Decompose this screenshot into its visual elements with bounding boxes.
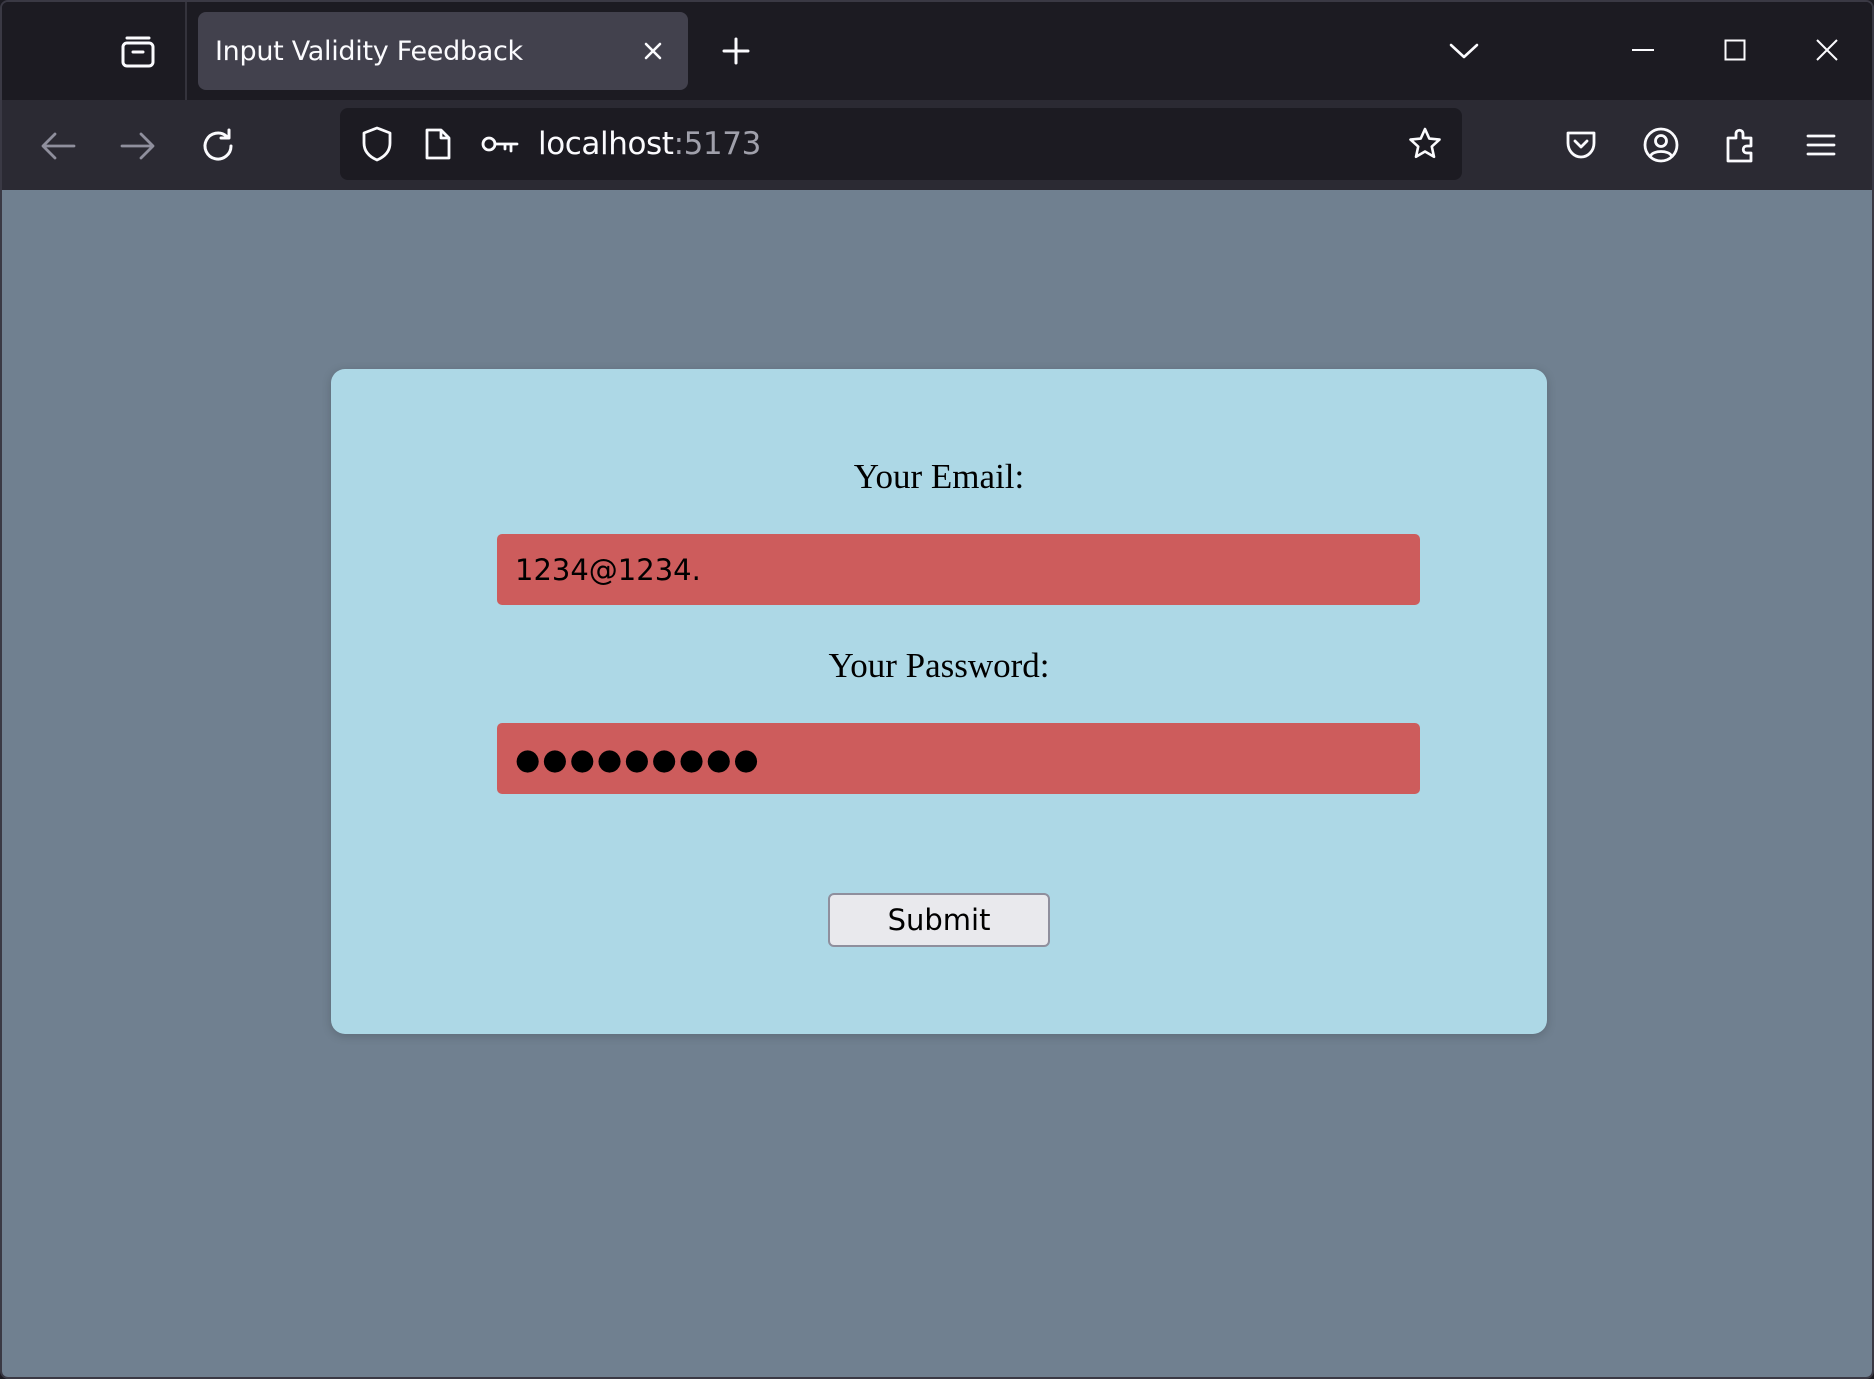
submit-button[interactable]: Submit (828, 893, 1050, 947)
password-label: Your Password: (828, 646, 1050, 685)
plus-icon[interactable] (714, 28, 758, 74)
chevron-down-icon[interactable] (1444, 28, 1484, 74)
back-arrow-icon[interactable] (32, 120, 84, 172)
puzzle-icon[interactable] (1714, 118, 1768, 172)
forward-arrow-icon[interactable] (112, 120, 164, 172)
url-text: localhost:5173 (538, 126, 761, 162)
window-close-icon[interactable] (1792, 22, 1862, 78)
minimize-icon[interactable] (1608, 22, 1678, 78)
account-icon[interactable] (1634, 118, 1688, 172)
form-card: Your Email: 1234@1234. Your Password: ●●… (331, 369, 1547, 1034)
password-field[interactable]: ●●●●●●●●● (497, 723, 1420, 794)
key-icon[interactable] (478, 122, 522, 166)
page-content: Your Email: 1234@1234. Your Password: ●●… (2, 190, 1872, 1377)
tab-strip: Input Validity Feedback (2, 2, 1872, 100)
tab-divider (185, 2, 187, 100)
page-icon[interactable] (416, 122, 460, 166)
reload-icon[interactable] (192, 120, 244, 172)
tab-active[interactable]: Input Validity Feedback (198, 12, 688, 90)
tab-overview-icon[interactable] (110, 28, 166, 76)
maximize-icon[interactable] (1700, 22, 1770, 78)
pocket-icon[interactable] (1554, 118, 1608, 172)
shield-icon[interactable] (355, 122, 399, 166)
url-bar[interactable]: localhost:5173 (340, 108, 1462, 180)
url-port: :5173 (673, 126, 762, 162)
browser-window: Input Validity Feedback localhost:5173 Y… (0, 0, 1874, 1379)
navigation-bar: localhost:5173 (2, 100, 1872, 190)
email-label: Your Email: (853, 457, 1025, 496)
url-host: localhost (538, 126, 674, 162)
close-icon[interactable] (636, 34, 670, 68)
email-field[interactable]: 1234@1234. (497, 534, 1420, 605)
star-icon[interactable] (1403, 122, 1447, 166)
hamburger-menu-icon[interactable] (1794, 118, 1848, 172)
tab-title: Input Validity Feedback (215, 35, 523, 67)
